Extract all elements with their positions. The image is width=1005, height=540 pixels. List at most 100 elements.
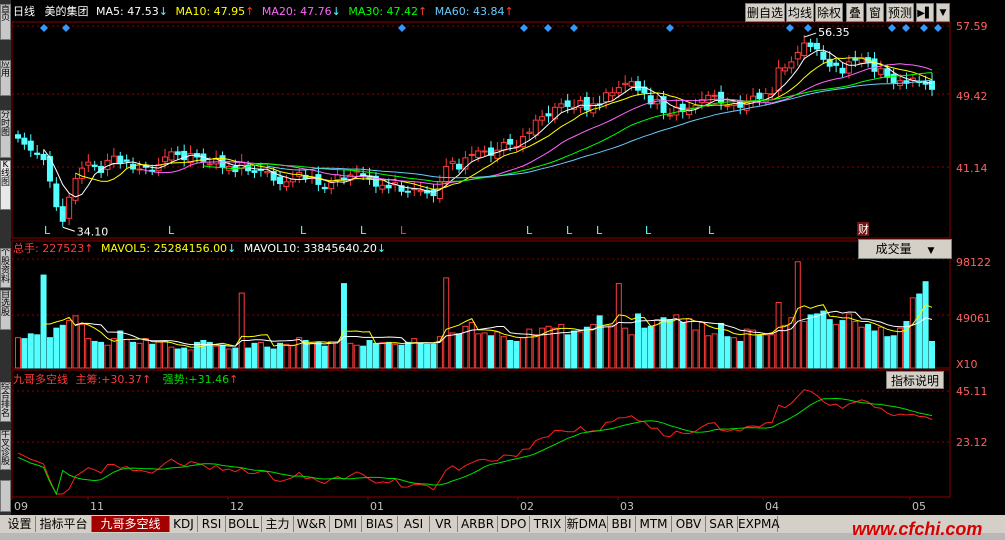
indicator-tab-4[interactable]: RSI (198, 516, 226, 532)
volume-bar (302, 340, 309, 369)
indicator-help-button[interactable]: 指标说明 (886, 371, 944, 389)
indicator-tab-16[interactable]: BBI (608, 516, 636, 532)
forecast-button[interactable]: 预测 (886, 3, 914, 22)
volume-bar (820, 310, 827, 369)
left-tab-watchlist[interactable]: 自选股 (0, 290, 11, 330)
candle-body (615, 87, 622, 94)
volume-bar (494, 331, 501, 369)
volume-bar (500, 336, 507, 369)
volume-bar (289, 344, 296, 369)
left-tab-label: 应用 (1, 60, 11, 79)
volume-bar (296, 337, 303, 369)
volume-bar (890, 335, 897, 369)
indicator-tab-5[interactable]: BOLL (226, 516, 262, 532)
candle-body (820, 51, 827, 60)
volume-bar (136, 342, 143, 369)
volume-bar (698, 321, 705, 369)
indicator-tab-15[interactable]: 新DMA (566, 516, 608, 532)
indicator-tab-20[interactable]: EXPMA (738, 516, 780, 532)
period-label: 日线 (13, 5, 35, 18)
volume-panel-header: 总手: 227523↑ MAVOL5: 25284156.00↓ MAVOL10… (13, 242, 386, 256)
volume-bar (750, 329, 757, 369)
candle-body (558, 103, 565, 108)
volume-bar (213, 345, 220, 369)
remove-watchlist-button[interactable]: 删自选 (745, 3, 785, 22)
left-tab-stock-info[interactable]: 个股资料 (0, 248, 11, 288)
indicator-panel[interactable] (17, 389, 933, 496)
volume-bar (737, 340, 744, 369)
left-tab-kline[interactable]: K线图 (0, 160, 11, 210)
indicator-tab-2[interactable]: 九哥多空线 (92, 516, 170, 532)
signal-l-marker: L (168, 224, 175, 237)
left-tab-apps[interactable]: 应用 (0, 60, 11, 96)
left-tab-intraday[interactable]: 分时图 (0, 110, 11, 158)
volume-selector-button[interactable]: 成交量 ▼ (858, 239, 952, 259)
dropdown-arrow-icon[interactable]: ▼ (936, 3, 950, 22)
volume-bar (277, 342, 284, 369)
indicator-tab-9[interactable]: BIAS (362, 516, 398, 532)
indicator-tab-14[interactable]: TRIX (530, 516, 566, 532)
month-label: 11 (90, 500, 104, 513)
ex-rights-button[interactable]: 除权 (815, 3, 843, 22)
price-panel[interactable]: 56.35 34.10 L L L L L L L L L L 财 (15, 24, 943, 238)
candle-body (622, 82, 629, 86)
candle-body (277, 176, 284, 185)
volume-bar (424, 343, 431, 369)
volume-bar (673, 314, 680, 369)
volume-bar (858, 326, 865, 369)
moving-average-button[interactable]: 均线 (786, 3, 814, 22)
low-price-label: 34.10 (77, 225, 109, 238)
indicator-tab-10[interactable]: ASI (398, 516, 430, 532)
candle-body (845, 61, 852, 74)
indicator-tab-11[interactable]: VR (430, 516, 458, 532)
left-tab-ranking[interactable]: 综合排名 (0, 382, 11, 422)
volume-bar (53, 327, 60, 369)
volume-bar (813, 313, 820, 369)
volume-bar (123, 339, 130, 369)
volume-bar (845, 313, 852, 369)
candle-body (852, 58, 859, 61)
volume-bar (46, 337, 53, 369)
volume-bar (705, 335, 712, 369)
indicator-tab-13[interactable]: DPO (498, 516, 530, 532)
indicator-tab-19[interactable]: SAR (706, 516, 738, 532)
overlay-button[interactable]: 叠 (846, 3, 864, 22)
indicator-tab-12[interactable]: ARBR (458, 516, 498, 532)
volume-bar (922, 281, 929, 369)
indicator-name: 九哥多空线 (13, 373, 68, 386)
window-button[interactable]: 窗 (866, 3, 884, 22)
volume-bar (91, 340, 98, 369)
indicator-tab-7[interactable]: W&R (294, 516, 330, 532)
high-marker-line (804, 32, 817, 38)
indicator-tab-0[interactable]: 设置 (4, 516, 36, 532)
month-label: 05 (912, 500, 926, 513)
volume-bar (21, 338, 28, 369)
candle-body (168, 151, 175, 161)
indicator-tab-8[interactable]: DMI (330, 516, 362, 532)
left-tab-diagnosis[interactable]: 牛叉诊股 (0, 430, 11, 470)
volume-bar (865, 323, 872, 369)
volume-bar (571, 330, 578, 369)
volume-bar (162, 340, 169, 369)
signal-l-marker: L (300, 224, 307, 237)
volume-bar (168, 346, 175, 369)
indicator-tab-3[interactable]: KDJ (170, 516, 198, 532)
chart-canvas[interactable]: 57.59 49.42 41.14 98122 49061 X10 45.11 23.12 09… (0, 0, 1005, 540)
indicator-tab-17[interactable]: MTM (636, 516, 672, 532)
left-tab-more[interactable] (0, 480, 11, 512)
volume-bar (558, 323, 565, 369)
low-marker-line (62, 226, 75, 232)
left-tab-home[interactable]: 首页 (0, 4, 11, 40)
candle-body (443, 165, 450, 183)
indicator-tab-6[interactable]: 主力 (262, 516, 294, 532)
volume-bar (839, 320, 846, 369)
expand-icon[interactable]: ▶▌ (916, 3, 934, 22)
volume-bar (443, 277, 450, 369)
candle-body (813, 42, 820, 50)
volume-bar (833, 323, 840, 369)
indicator-tab-18[interactable]: OBV (672, 516, 706, 532)
indicator-tab-1[interactable]: 指标平台 (36, 516, 92, 532)
candle-body (603, 92, 610, 103)
left-tab-label: 首页 (1, 4, 11, 23)
ma30-line (203, 72, 933, 183)
